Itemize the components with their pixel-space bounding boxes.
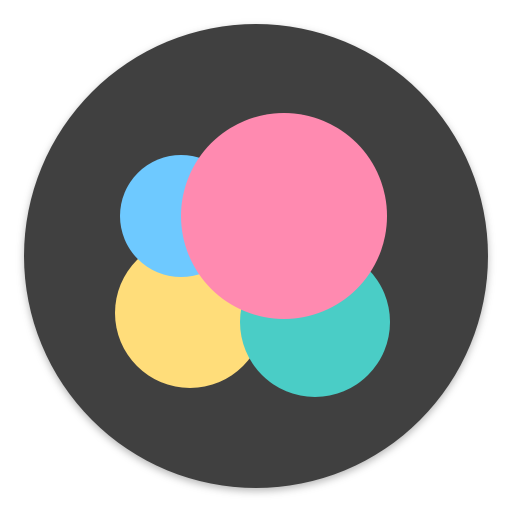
icon-canvas [0, 0, 512, 512]
app-icon[interactable] [0, 0, 512, 512]
pink-circle [181, 113, 387, 319]
